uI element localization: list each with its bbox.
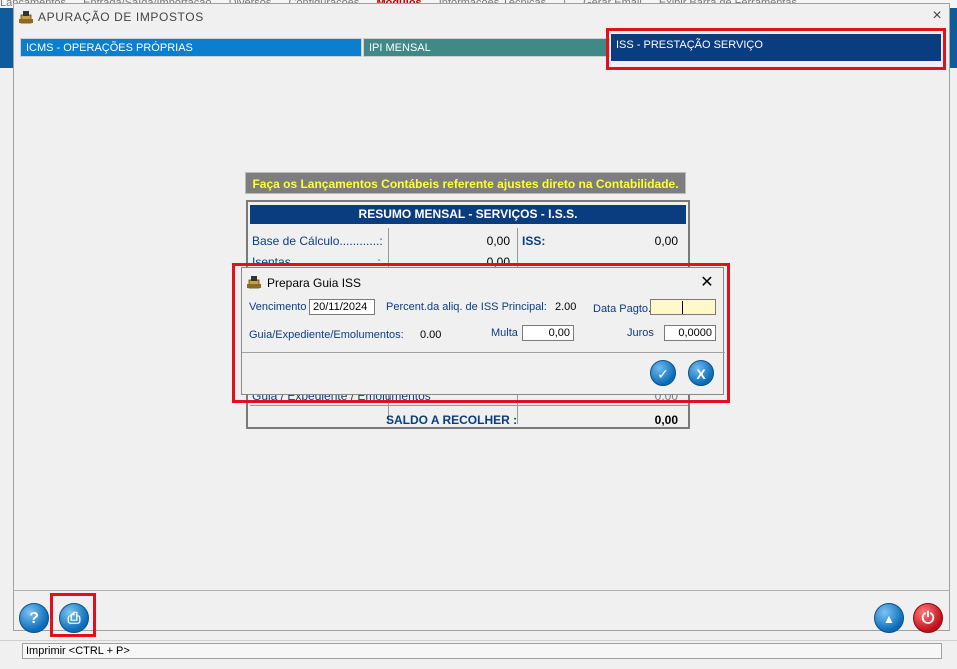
summary-header: RESUMO MENSAL - SERVIÇOS - I.S.S. (250, 205, 686, 224)
exit-button[interactable]: ⏻ (913, 603, 943, 633)
summary-divider (250, 405, 688, 406)
arrow-up-icon: ▲ (883, 612, 895, 626)
tab-ipi[interactable]: IPI MENSAL (363, 38, 610, 57)
dialog-title: Prepara Guia ISS (267, 276, 362, 290)
juros-label: Juros (627, 327, 654, 339)
vencimento-label: Vencimento (249, 301, 307, 313)
dialog-close-icon[interactable]: ✕ (697, 273, 717, 293)
background-panel-left (0, 8, 14, 68)
status-text: Imprimir <CTRL + P> (22, 643, 942, 659)
prepara-guia-dialog: Prepara Guia ISS ✕ Vencimento Percent.da… (241, 267, 725, 395)
iss-value: 0,00 (654, 234, 678, 248)
percent-aliq-value: 2.00 (555, 301, 577, 313)
base-calculo-label: Base de Cálculo............: (252, 234, 383, 248)
check-icon: ✓ (657, 366, 669, 382)
multa-input[interactable] (522, 325, 574, 341)
window-title: APURAÇÃO DE IMPOSTOS (38, 10, 204, 24)
data-pagto-label: Data Pagto. (593, 303, 652, 315)
vencimento-input[interactable] (309, 299, 375, 315)
guia-expediente-dialog-label: Guia/Expediente/Emolumentos: (249, 329, 404, 341)
saldo-label: SALDO A RECOLHER : (386, 413, 518, 427)
text-cursor (682, 301, 683, 314)
saldo-value: 0,00 (654, 413, 678, 427)
background-panel-right (949, 8, 957, 68)
data-pagto-input[interactable] (650, 299, 716, 315)
juros-input[interactable] (664, 325, 716, 341)
dialog-app-icon (246, 275, 262, 289)
scroll-up-button[interactable]: ▲ (874, 603, 904, 633)
base-calculo-value: 0,00 (486, 234, 510, 248)
percent-aliq-label: Percent.da aliq. de ISS Principal: (386, 301, 547, 313)
print-highlight-box (50, 593, 96, 637)
guia-expediente-dialog-value: 0.00 (420, 329, 442, 341)
tab-iss-highlight-box (606, 28, 946, 70)
dialog-separator (242, 352, 725, 353)
power-icon: ⏻ (921, 610, 935, 627)
warning-banner: Faça os Lançamentos Contábeis referente … (245, 172, 686, 194)
multa-label: Multa (491, 327, 518, 339)
help-button[interactable]: ? (19, 603, 49, 633)
window-close-icon[interactable]: × (928, 7, 946, 25)
toolbar-separator (13, 590, 950, 591)
app-icon (18, 10, 34, 24)
status-bar: Imprimir <CTRL + P> (0, 640, 957, 669)
question-icon: ? (29, 610, 39, 627)
x-icon: X (696, 366, 706, 382)
iss-label: ISS: (522, 234, 546, 248)
tab-icms[interactable]: ICMS - OPERAÇÕES PRÓPRIAS (20, 38, 362, 57)
cancel-button[interactable]: X (688, 360, 714, 386)
confirm-button[interactable]: ✓ (650, 360, 676, 386)
